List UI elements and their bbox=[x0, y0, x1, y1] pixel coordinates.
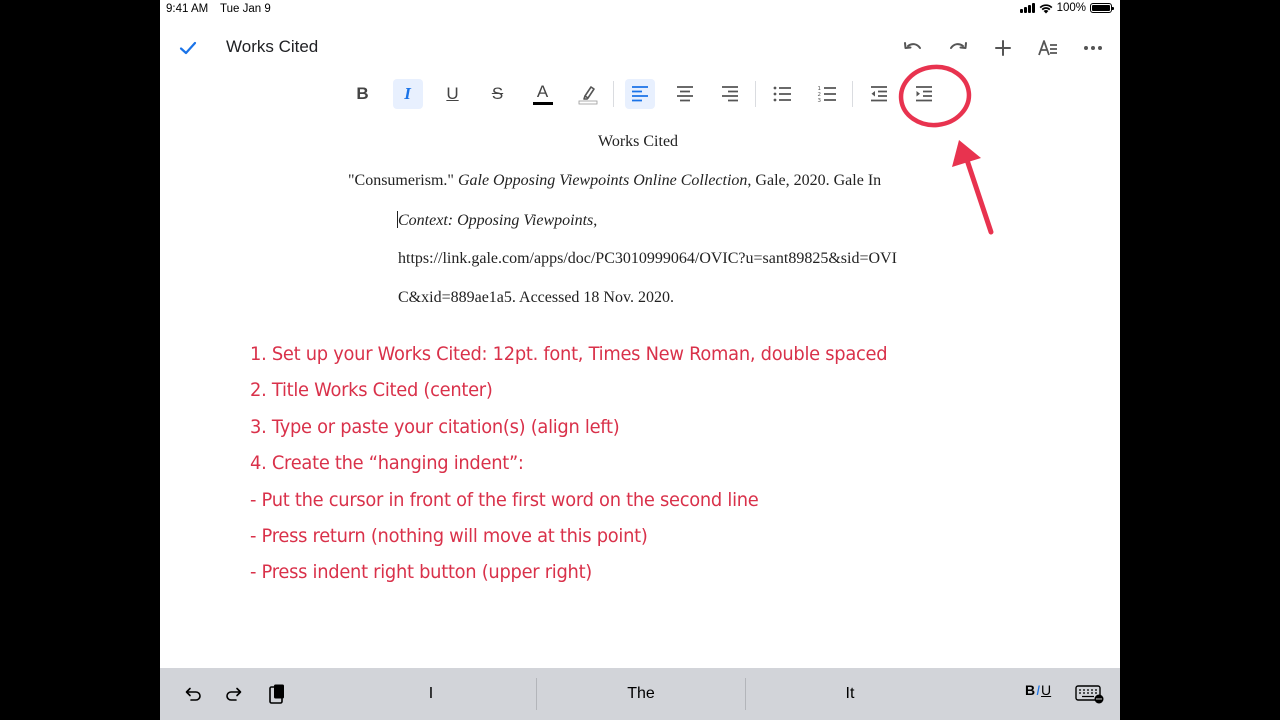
citation-line-1: "Consumerism." Gale Opposing Viewpoints … bbox=[348, 172, 881, 190]
numbered-list-button[interactable]: 1 2 3 bbox=[812, 79, 842, 109]
note-step-3: 3. Type or paste your citation(s) (align… bbox=[250, 415, 620, 438]
align-left-button[interactable] bbox=[624, 79, 655, 109]
status-date: Tue Jan 9 bbox=[220, 3, 271, 15]
keyboard-undo-button[interactable] bbox=[178, 680, 208, 708]
text-format-icon bbox=[1037, 39, 1057, 55]
wifi-icon bbox=[1039, 3, 1052, 13]
citation-comma: , bbox=[593, 212, 598, 229]
note-substep-indent: - Press indent right button (upper right… bbox=[250, 561, 592, 584]
citation-database: Context: Opposing Viewpoints bbox=[398, 212, 594, 229]
highlight-color-button[interactable] bbox=[573, 79, 603, 109]
note-substep-return: - Press return (nothing will move at thi… bbox=[250, 525, 648, 548]
redo-button[interactable] bbox=[942, 32, 973, 63]
undo-button[interactable] bbox=[897, 32, 928, 63]
citation-publisher: , Gale, 2020. Gale In bbox=[747, 172, 882, 189]
indent-increase-icon bbox=[915, 86, 932, 102]
align-center-button[interactable] bbox=[670, 79, 700, 109]
text-color-label: A bbox=[536, 81, 549, 101]
redo-arrow-icon bbox=[226, 687, 242, 701]
note-step-2: 2. Title Works Cited (center) bbox=[250, 379, 493, 402]
highlighter-icon bbox=[578, 86, 597, 105]
redo-icon bbox=[949, 41, 967, 49]
more-options-button[interactable] bbox=[1077, 32, 1108, 63]
note-step-1: 1. Set up your Works Cited: 12pt. font, … bbox=[250, 343, 888, 365]
pointer-arrow bbox=[960, 145, 994, 235]
paste-button[interactable] bbox=[262, 680, 292, 708]
instruction-notes: 1. Set up your Works Cited: 12pt. font, … bbox=[250, 336, 888, 591]
note-substep-cursor: - Put the cursor in front of the first w… bbox=[250, 488, 759, 511]
document-title[interactable]: Works Cited bbox=[226, 37, 318, 57]
status-time: 9:41 AM bbox=[166, 3, 209, 15]
more-icon bbox=[1083, 45, 1102, 50]
strikethrough-label: S bbox=[491, 84, 504, 103]
toolbar-divider bbox=[613, 81, 614, 107]
biu-format-button[interactable]: BIU bbox=[1025, 682, 1051, 698]
citation-line-3: https://link.gale.com/apps/doc/PC3010999… bbox=[398, 250, 897, 267]
clipboard-icon bbox=[269, 684, 284, 704]
increase-indent-button[interactable] bbox=[909, 79, 939, 109]
text-color-button[interactable]: A bbox=[528, 79, 558, 109]
toolbar-divider bbox=[755, 81, 756, 107]
svg-text:3: 3 bbox=[817, 98, 821, 103]
suggestion-3[interactable]: It bbox=[746, 676, 954, 712]
app-bar: Works Cited bbox=[160, 28, 1120, 66]
biu-bold: B bbox=[1025, 682, 1036, 698]
keyboard-redo-button[interactable] bbox=[219, 680, 249, 708]
done-button[interactable] bbox=[176, 36, 200, 60]
bold-button[interactable]: B bbox=[348, 79, 378, 109]
strikethrough-button[interactable]: S bbox=[483, 79, 513, 109]
battery-icon bbox=[1090, 3, 1114, 13]
works-cited-heading: Works Cited bbox=[598, 133, 679, 150]
format-toolbar: B I U S A 1 2 3 bbox=[340, 76, 946, 112]
keyboard-shortcut-bar: I The It BIU bbox=[160, 668, 1120, 720]
italic-label: I bbox=[404, 84, 411, 103]
decrease-indent-button[interactable] bbox=[864, 79, 894, 109]
citation-line-2: Context: Opposing Viewpoints, bbox=[397, 211, 597, 230]
keyboard-dismiss-icon bbox=[1075, 685, 1104, 704]
bulleted-list-button[interactable] bbox=[767, 79, 797, 109]
indent-decrease-icon bbox=[870, 86, 887, 102]
arrow-head bbox=[952, 140, 981, 167]
screen: 9:41 AM Tue Jan 9 100% Works Cited B I U… bbox=[160, 0, 1120, 720]
cellular-signal-icon bbox=[1019, 3, 1035, 13]
bulleted-list-icon bbox=[773, 86, 791, 102]
align-center-icon bbox=[676, 86, 693, 102]
checkmark-icon bbox=[179, 41, 197, 55]
biu-italic: I bbox=[1036, 682, 1041, 698]
status-icons: 100% bbox=[1019, 2, 1114, 14]
biu-underline: U bbox=[1041, 682, 1052, 698]
insert-button[interactable] bbox=[987, 32, 1018, 63]
citation-collection: Gale Opposing Viewpoints Online Collecti… bbox=[457, 172, 748, 189]
suggestion-1[interactable]: I bbox=[326, 676, 536, 712]
format-button[interactable] bbox=[1032, 32, 1063, 63]
status-bar: 9:41 AM Tue Jan 9 100% bbox=[160, 0, 1120, 20]
undo-arrow-icon bbox=[185, 687, 201, 701]
underline-label: U bbox=[446, 84, 459, 103]
plus-icon bbox=[994, 39, 1011, 56]
toolbar-divider bbox=[852, 81, 853, 107]
citation-line-4: C&xid=889ae1a5. Accessed 18 Nov. 2020. bbox=[398, 289, 674, 306]
suggestion-2[interactable]: The bbox=[537, 676, 745, 712]
note-step-4: 4. Create the “hanging indent”: bbox=[250, 452, 524, 475]
citation-title: "Consumerism." bbox=[348, 172, 458, 189]
undo-icon bbox=[903, 41, 921, 49]
align-right-button[interactable] bbox=[715, 79, 745, 109]
hide-keyboard-button[interactable] bbox=[1073, 680, 1107, 708]
align-right-icon bbox=[721, 86, 738, 102]
underline-button[interactable]: U bbox=[438, 79, 468, 109]
app-actions bbox=[897, 32, 1108, 63]
numbered-list-icon: 1 2 3 bbox=[817, 86, 836, 103]
italic-button[interactable]: I bbox=[392, 79, 423, 109]
battery-percent: 100% bbox=[1056, 2, 1086, 14]
align-left-icon bbox=[631, 86, 648, 102]
bold-label: B bbox=[356, 84, 369, 103]
text-color-icon: A bbox=[532, 81, 553, 105]
